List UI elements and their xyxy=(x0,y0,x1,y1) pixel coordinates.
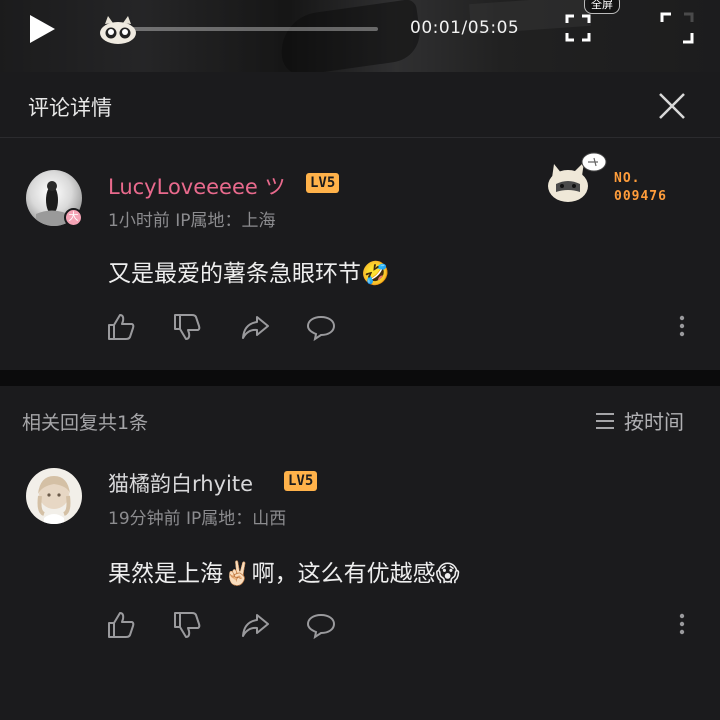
reply-icon[interactable] xyxy=(306,610,336,640)
share-icon[interactable] xyxy=(240,312,270,342)
main-comment: 大 LucyLoveeeee ツ LV5 1小时前 IP属地：上海 又是最爱的薯… xyxy=(0,138,720,370)
sort-icon[interactable] xyxy=(594,411,616,431)
dislike-icon[interactable] xyxy=(172,610,202,640)
more-icon[interactable] xyxy=(674,610,690,640)
badge-number: 009476 xyxy=(614,189,667,204)
fan-badge: NO. 009476 xyxy=(544,150,694,214)
reply-username[interactable]: 猫橘韵白rhyite xyxy=(108,468,253,498)
cat-progress-thumb-icon[interactable] xyxy=(97,14,139,46)
reply-meta: 19分钟前 IP属地：山西 xyxy=(108,509,287,529)
page-title: 评论详情 xyxy=(28,96,112,120)
fullscreen-icon[interactable] xyxy=(564,13,592,43)
progress-track[interactable] xyxy=(120,27,378,31)
play-icon[interactable] xyxy=(26,12,58,46)
badge-label: NO. xyxy=(614,171,641,186)
reply-comment: 猫橘韵白rhyite LV5 19分钟前 IP属地：山西 果然是上海✌🏻啊，这么… xyxy=(0,452,720,720)
avatar-badge: 大 xyxy=(64,208,83,227)
video-player[interactable]: 00:01/05:05 全屏 xyxy=(0,0,720,72)
expand-icon[interactable] xyxy=(660,12,694,44)
comment-meta: 1小时前 IP属地：上海 xyxy=(108,211,276,231)
cat-sticker-icon xyxy=(548,152,607,202)
reply-level-badge: LV5 xyxy=(284,471,318,491)
comment-detail-header: 评论详情 xyxy=(0,72,720,138)
video-timecode: 00:01/05:05 xyxy=(410,18,520,38)
comment-detail-screen: 00:01/05:05 全屏 评论详情 大 LucyLoveeeee ツ LV5… xyxy=(0,0,720,720)
comment-username[interactable]: LucyLoveeeee ツ xyxy=(108,171,286,201)
fullscreen-label: 全屏 xyxy=(584,0,620,14)
comment-actions xyxy=(106,312,706,342)
reply-avatar[interactable] xyxy=(26,468,82,524)
level-badge: LV5 xyxy=(306,173,340,193)
reply-actions xyxy=(106,610,706,640)
reply-text: 果然是上海✌🏻啊，这么有优越感😱 xyxy=(108,561,460,587)
more-icon[interactable] xyxy=(674,312,690,342)
like-icon[interactable] xyxy=(106,312,136,342)
sort-button[interactable]: 按时间 xyxy=(624,406,684,435)
reply-count: 相关回复共1条 xyxy=(22,412,149,434)
related-replies-header: 相关回复共1条 按时间 xyxy=(0,386,720,452)
comment-text: 又是最爱的薯条急眼环节🤣 xyxy=(108,261,390,287)
section-divider xyxy=(0,370,720,386)
close-icon[interactable] xyxy=(656,90,688,122)
reply-icon[interactable] xyxy=(306,312,336,342)
share-icon[interactable] xyxy=(240,610,270,640)
dislike-icon[interactable] xyxy=(172,312,202,342)
avatar-girl-icon xyxy=(37,476,71,524)
like-icon[interactable] xyxy=(106,610,136,640)
